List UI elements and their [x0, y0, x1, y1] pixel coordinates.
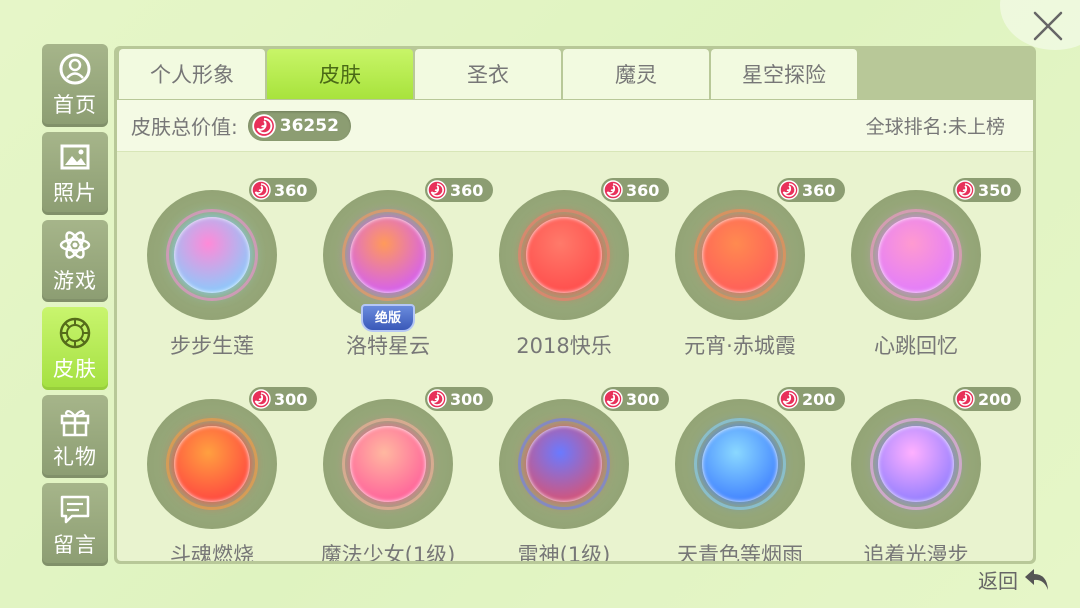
limited-edition-badge: 绝版 — [361, 304, 415, 332]
candy-icon — [603, 389, 623, 409]
photo-icon — [57, 139, 93, 175]
sidebar: 首页 照片 游戏 皮肤 礼物 留言 — [42, 44, 108, 566]
back-button[interactable]: 返回 — [978, 565, 1052, 594]
candy-icon — [251, 389, 271, 409]
candy-icon — [955, 180, 975, 200]
skin-name: 追着光漫步 — [863, 543, 969, 561]
tab-skins[interactable]: 皮肤 — [267, 49, 413, 99]
skin-card[interactable]: 300 魔法少女(1级) — [297, 367, 494, 561]
back-arrow-icon — [1025, 568, 1048, 590]
tab-personal-image[interactable]: 个人形象 — [119, 49, 265, 99]
total-value-pill: 36252 — [247, 110, 351, 141]
sidebar-item-photos[interactable]: 照片 — [42, 131, 108, 215]
candy-icon — [603, 180, 623, 200]
sidebar-item-messages[interactable]: 留言 — [42, 483, 108, 566]
info-bar: 皮肤总价值: 36252 全球排名:未上榜 — [117, 100, 1033, 152]
back-label: 返回 — [978, 569, 1018, 593]
skin-name: 2018快乐 — [516, 334, 612, 358]
skin-name: 魔法少女(1级) — [320, 543, 456, 561]
skins-content: 皮肤总价值: 36252 全球排名:未上榜 360 步步生莲 360 绝版 洛特星云 36… — [117, 100, 1033, 561]
candy-icon — [427, 180, 447, 200]
candy-icon — [252, 113, 276, 138]
sidebar-item-label: 首页 — [53, 93, 97, 118]
skin-card[interactable]: 300 雷神(1级) — [473, 367, 670, 561]
tab-star-exploration[interactable]: 星空探险 — [711, 49, 857, 99]
skin-ring — [166, 209, 258, 301]
skin-ring — [166, 418, 258, 510]
close-button[interactable] — [1026, 4, 1070, 48]
skin-name: 步步生莲 — [170, 334, 254, 358]
skin-name: 斗魂燃烧 — [170, 543, 254, 561]
sidebar-item-games[interactable]: 游戏 — [42, 219, 108, 303]
skin-card[interactable]: 300 斗魂燃烧 — [121, 367, 318, 561]
sidebar-item-label: 照片 — [53, 181, 97, 206]
sidebar-item-label: 留言 — [53, 532, 97, 557]
skin-name: 心跳回忆 — [874, 334, 958, 358]
skin-card[interactable]: 360 元宵·赤城霞 — [649, 158, 846, 358]
gift-icon — [57, 403, 93, 439]
tab-holy-clothes[interactable]: 圣衣 — [415, 49, 561, 99]
sidebar-item-gifts[interactable]: 礼物 — [42, 395, 108, 479]
skin-name: 天青色等烟雨 — [677, 543, 803, 561]
skin-ring — [694, 418, 786, 510]
skin-name: 雷神(1级) — [517, 543, 611, 561]
skin-ring — [342, 418, 434, 510]
total-value-number: 36252 — [279, 115, 339, 136]
skin-ring — [870, 209, 962, 301]
candy-icon — [779, 389, 799, 409]
skin-icon — [57, 315, 93, 351]
sidebar-item-label: 皮肤 — [53, 356, 97, 381]
skin-price-value: 350 — [978, 180, 1012, 200]
skin-card[interactable]: 200 追着光漫步 — [825, 367, 1022, 561]
message-icon — [57, 491, 93, 527]
tab-demon-spirit[interactable]: 魔灵 — [563, 49, 709, 99]
candy-icon — [427, 389, 447, 409]
sidebar-item-label: 游戏 — [53, 269, 97, 294]
skin-ring — [694, 209, 786, 301]
tab-bar: 个人形象 皮肤 圣衣 魔灵 星空探险 — [117, 49, 1033, 99]
skin-card[interactable]: 360 2018快乐 — [473, 158, 670, 358]
sidebar-item-label: 礼物 — [53, 444, 97, 469]
skin-price: 350 — [953, 178, 1022, 202]
close-icon — [1033, 11, 1063, 41]
candy-icon — [251, 180, 271, 200]
game-icon — [57, 227, 93, 263]
profile-icon — [57, 51, 93, 87]
sidebar-item-skins[interactable]: 皮肤 — [42, 307, 108, 391]
total-value: 皮肤总价值: 36252 — [131, 110, 351, 141]
skin-ring — [342, 209, 434, 301]
candy-icon — [955, 389, 975, 409]
skin-name: 元宵·赤城霞 — [684, 334, 796, 358]
skin-card[interactable]: 360 绝版 洛特星云 — [297, 158, 494, 358]
skin-card[interactable]: 360 步步生莲 — [121, 158, 318, 358]
global-rank: 全球排名:未上榜 — [865, 116, 1005, 138]
skins-panel: 个人形象 皮肤 圣衣 魔灵 星空探险 皮肤总价值: 36252 全球排名:未上榜… — [114, 46, 1036, 564]
skin-name: 洛特星云 — [346, 334, 430, 358]
total-value-label: 皮肤总价值: — [131, 115, 238, 139]
candy-icon — [779, 180, 799, 200]
skin-ring — [518, 418, 610, 510]
sidebar-item-home[interactable]: 首页 — [42, 44, 108, 127]
skin-ring — [870, 418, 962, 510]
skin-card[interactable]: 200 天青色等烟雨 — [649, 367, 846, 561]
skin-price-value: 200 — [978, 389, 1012, 409]
skin-ring — [518, 209, 610, 301]
skin-card[interactable]: 350 心跳回忆 — [825, 158, 1022, 358]
skin-price: 200 — [953, 387, 1022, 411]
